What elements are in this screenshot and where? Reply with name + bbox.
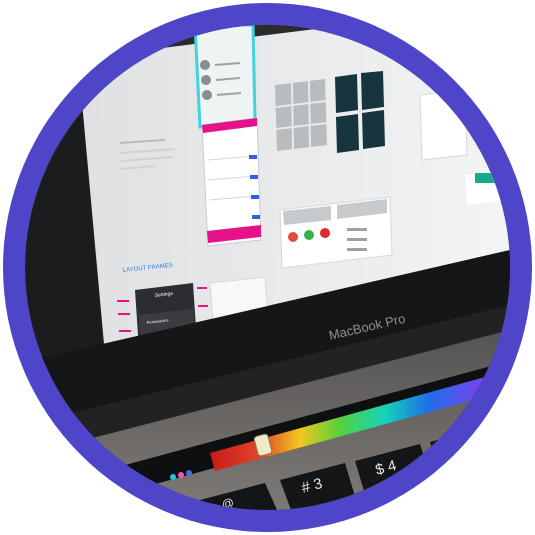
laptop-photo: LAYOUT FRAMES Settings Permissions MacBo… xyxy=(25,25,510,510)
grid-placeholder xyxy=(275,79,327,151)
mail-icon xyxy=(288,232,298,242)
toggle-icon xyxy=(250,175,258,179)
toggle-icon xyxy=(249,155,257,159)
phone-icon xyxy=(304,230,314,240)
toggle-icon xyxy=(252,215,260,219)
avatar-icon xyxy=(201,75,211,85)
avatar-icon xyxy=(200,60,210,70)
record-icon xyxy=(320,228,330,238)
teal-tile xyxy=(362,110,385,149)
photo-circle: LAYOUT FRAMES Settings Permissions MacBo… xyxy=(25,25,510,510)
teal-tile xyxy=(335,74,358,113)
toggle-icon xyxy=(251,195,259,199)
teal-tile xyxy=(336,114,359,153)
teal-tile xyxy=(361,71,384,110)
teal-button xyxy=(475,173,510,183)
card-mockup xyxy=(419,88,468,161)
avatar-icon xyxy=(202,90,212,100)
